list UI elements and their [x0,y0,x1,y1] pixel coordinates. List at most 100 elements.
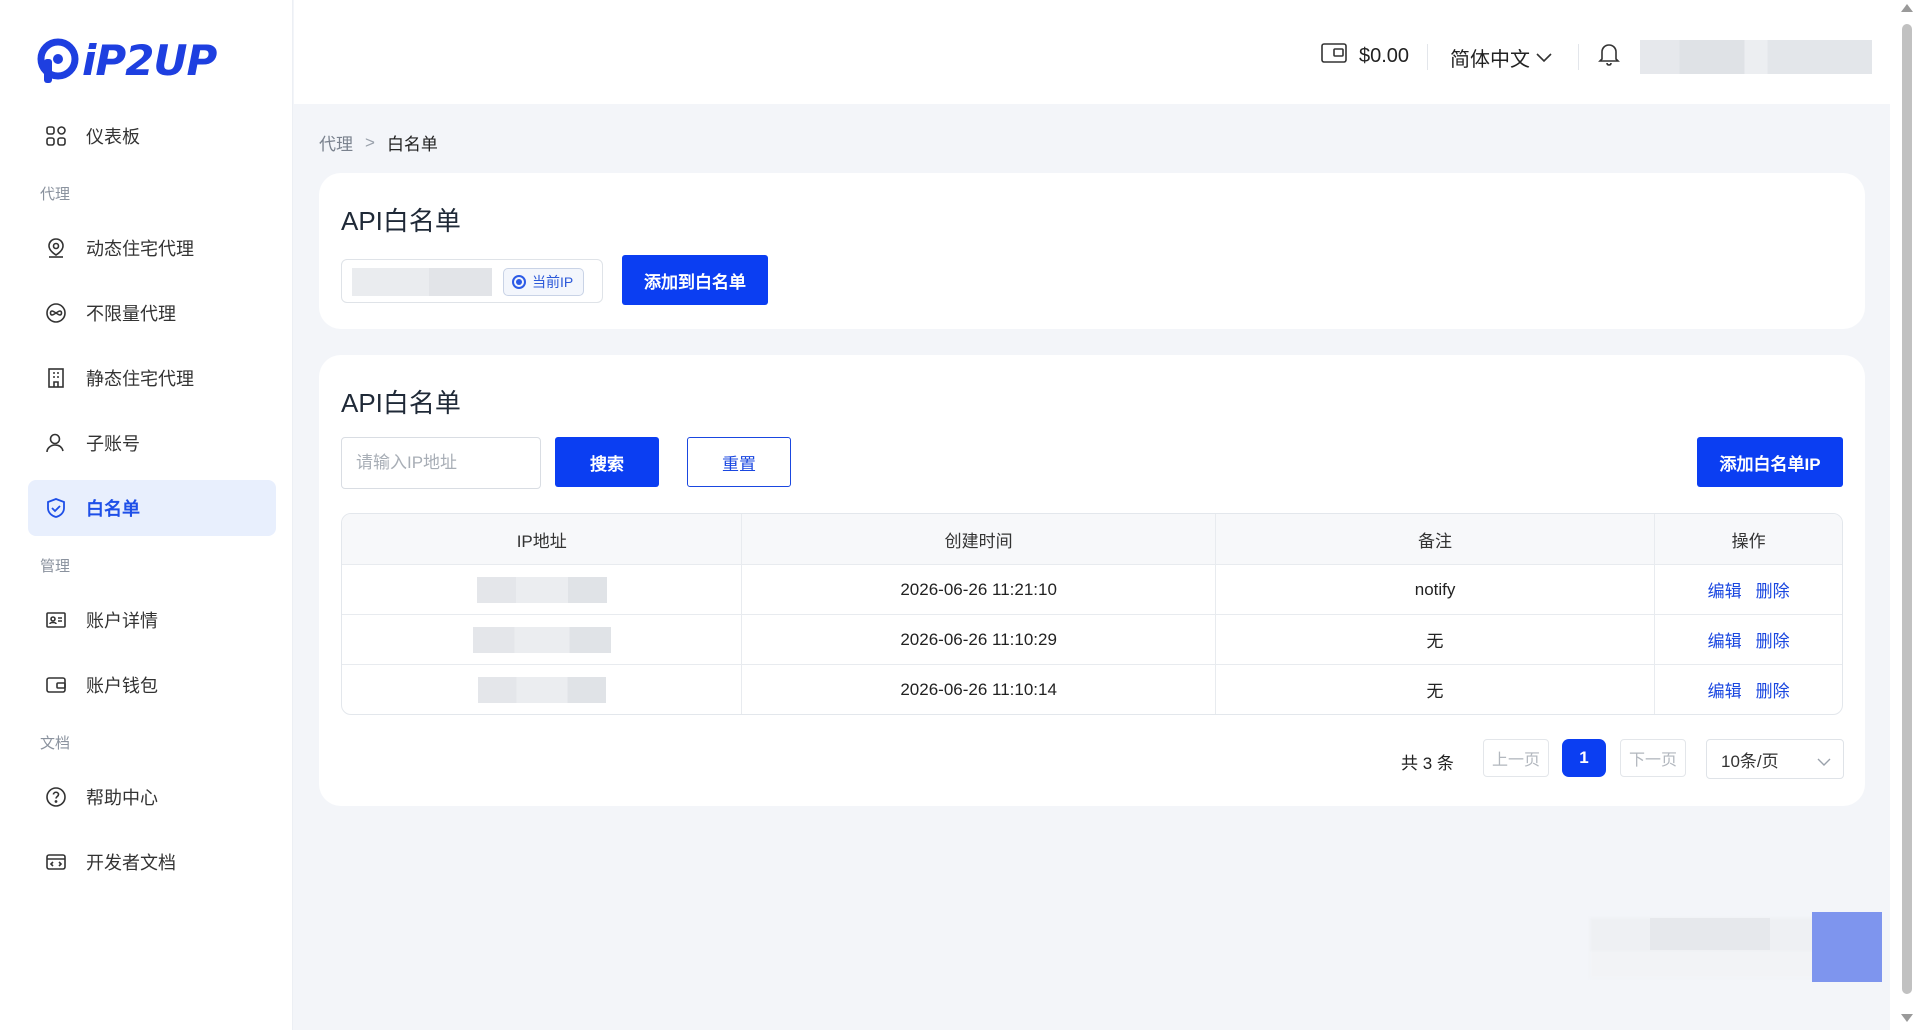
sidebar-item-unlimited[interactable]: 不限量代理 [28,285,276,341]
edit-link[interactable]: 编辑 [1708,577,1742,602]
page-size-select[interactable]: 10条/页 [1706,739,1844,779]
radio-icon [512,275,526,289]
user-icon [44,431,68,455]
user-menu[interactable] [1640,40,1872,74]
location-icon [44,236,68,260]
page-number-button[interactable]: 1 [1562,739,1606,777]
shield-icon [44,496,68,520]
sidebar-item-label: 子账号 [86,434,140,454]
card-title: API白名单 [341,388,461,418]
sidebar-item-help-center[interactable]: 帮助中心 [28,769,276,825]
delete-link[interactable]: 删除 [1756,677,1790,702]
ip-value-masked [477,676,606,703]
add-whitelist-ip-button[interactable]: 添加白名单IP [1697,437,1843,487]
card-title: API白名单 [341,206,461,236]
edit-link[interactable]: 编辑 [1708,627,1742,652]
sidebar-nav: 仪表板 代理 动态住宅代理 不限量代理 静态住宅代理 子账号 白名单 管理 账户… [28,108,276,899]
breadcrumb-current: 白名单 [386,135,438,154]
bell-icon[interactable] [1598,42,1620,71]
breadcrumb-parent[interactable]: 代理 [319,130,353,155]
delete-link[interactable]: 删除 [1756,577,1790,602]
sidebar-item-label: 动态住宅代理 [86,239,194,259]
note-cell: 无 [1214,615,1654,664]
logo-text: iP2UP [82,36,217,85]
current-ip-field[interactable]: 当前IP [341,259,603,303]
actions-cell: 编辑 删除 [1654,665,1842,714]
sidebar: iP2UP 仪表板 代理 动态住宅代理 不限量代理 静态住宅代理 子账号 白名单… [0,0,293,1030]
nav-group-manage: 管理 [40,557,71,575]
language-label: 简体中文 [1450,49,1530,71]
language-selector[interactable]: 简体中文 [1450,43,1552,72]
chat-support-button[interactable] [1812,912,1882,982]
created-time-cell: 2026-06-26 11:10:29 [741,615,1214,664]
table-row: 2026-06-26 11:10:29 无 编辑 删除 [342,614,1842,664]
delete-link[interactable]: 删除 [1756,627,1790,652]
reset-button[interactable]: 重置 [687,437,791,487]
scroll-thumb[interactable] [1902,24,1912,994]
infinity-icon [44,301,68,325]
wallet-icon [1321,42,1347,70]
sidebar-item-dynamic-residential[interactable]: 动态住宅代理 [28,220,276,276]
sidebar-item-label: 静态住宅代理 [86,369,194,389]
current-ip-tag[interactable]: 当前IP [503,268,585,296]
balance-amount: $0.00 [1359,44,1410,67]
ip-value-masked [472,626,611,653]
building-icon [44,366,68,390]
sidebar-item-label: 不限量代理 [86,304,176,324]
page-size-value: 10条/页 [1721,751,1779,771]
sidebar-item-sub-account[interactable]: 子账号 [28,415,276,471]
top-header: $0.00 简体中文 [294,0,1890,104]
header-divider [1578,44,1579,70]
sidebar-item-label: 账户详情 [86,611,158,631]
sidebar-item-label: 白名单 [86,499,140,519]
current-ip-value [352,268,492,296]
ip-cell [342,615,741,664]
column-header: 创建时间 [741,514,1214,564]
pagination: 共 3 条 上一页 1 下一页 10条/页 [319,739,1865,779]
created-time-cell: 2026-06-26 11:10:14 [741,665,1214,714]
current-ip-tag-label: 当前IP [532,274,574,290]
support-widget [1590,912,1882,982]
code-doc-icon [44,850,68,874]
help-icon [44,785,68,809]
nav-group-proxy: 代理 [40,185,71,203]
edit-link[interactable]: 编辑 [1708,677,1742,702]
sidebar-item-label: 开发者文档 [86,853,176,873]
actions-cell: 编辑 删除 [1654,565,1842,614]
sidebar-item-label: 帮助中心 [86,788,158,808]
search-button[interactable]: 搜索 [555,437,659,487]
table-header: IP地址 创建时间 备注 操作 [342,514,1842,564]
support-widget-text-masked [1650,918,1770,950]
sidebar-item-whitelist[interactable]: 白名单 [28,480,276,536]
ip-value-masked [476,576,607,603]
id-card-icon [44,608,68,632]
whitelist-table: IP地址 创建时间 备注 操作 2026-06-26 11:21:10 noti… [341,513,1843,715]
scroll-up-arrow-icon[interactable] [1901,4,1913,12]
logo[interactable]: iP2UP [36,36,217,85]
breadcrumb: 代理 > 白名单 [319,130,438,155]
ip-cell [342,665,741,714]
scrollbar[interactable] [1890,0,1920,1030]
add-to-whitelist-button[interactable]: 添加到白名单 [622,255,768,305]
chevron-down-icon [1817,752,1831,772]
sidebar-item-account-details[interactable]: 账户详情 [28,592,276,648]
ip-cell [342,565,741,614]
whitelist-card: API白名单 搜索 重置 添加白名单IP IP地址 创建时间 备注 操作 202… [319,355,1865,806]
chevron-down-icon [1536,46,1552,69]
header-divider [1427,44,1428,70]
sidebar-item-label: 账户钱包 [86,676,158,696]
table-row: 2026-06-26 11:10:14 无 编辑 删除 [342,664,1842,714]
column-header: 备注 [1214,514,1654,564]
balance-display[interactable]: $0.00 [1321,42,1409,70]
column-header: IP地址 [516,531,567,551]
next-page-button[interactable]: 下一页 [1620,739,1686,777]
ip-search-input[interactable] [341,437,541,489]
sidebar-item-developer-docs[interactable]: 开发者文档 [28,834,276,890]
table-row: 2026-06-26 11:21:10 notify 编辑 删除 [342,564,1842,614]
prev-page-button[interactable]: 上一页 [1483,739,1549,777]
sidebar-item-static-residential[interactable]: 静态住宅代理 [28,350,276,406]
created-time-cell: 2026-06-26 11:21:10 [741,565,1214,614]
sidebar-item-wallet[interactable]: 账户钱包 [28,657,276,713]
sidebar-item-dashboard[interactable]: 仪表板 [28,108,276,164]
scroll-down-arrow-icon[interactable] [1901,1014,1913,1022]
